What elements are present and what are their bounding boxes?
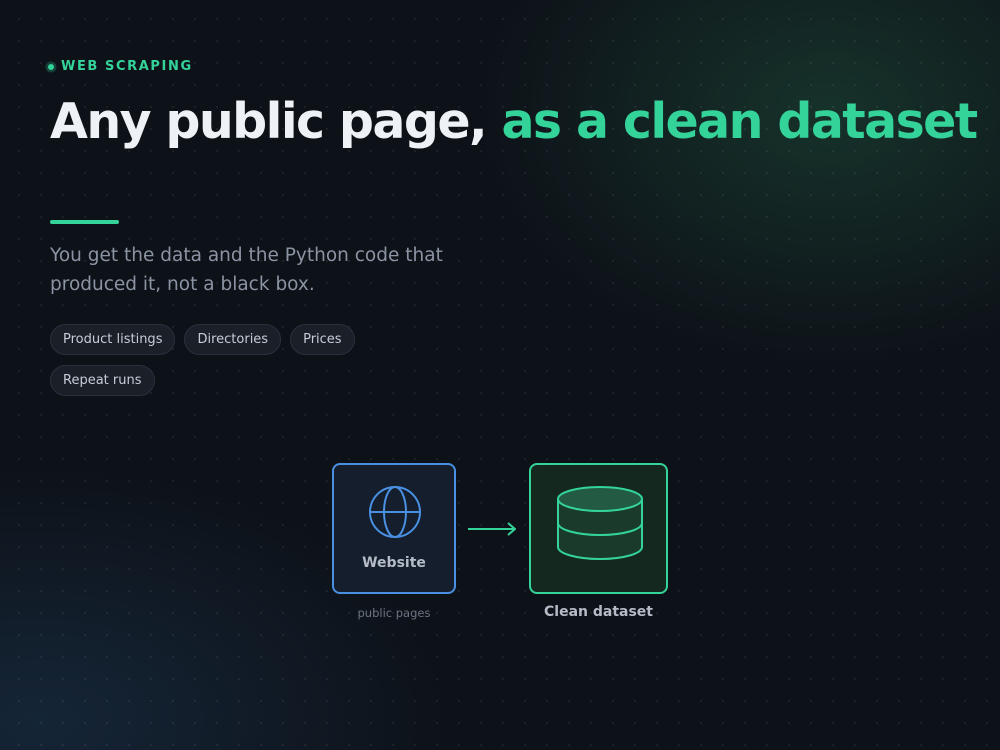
dataset-node: [529, 463, 668, 594]
website-caption: public pages: [357, 606, 431, 620]
tag-list: Product listings Directories Prices Repe…: [50, 324, 380, 396]
database-icon: [557, 486, 643, 560]
title-underline: [50, 220, 119, 224]
arrow-right-icon: [468, 522, 516, 536]
page-subtitle: You get the data and the Python code tha…: [50, 245, 443, 295]
page-title: Any public page, as a clean dataset: [50, 93, 978, 150]
eyebrow: WEB SCRAPING: [48, 59, 193, 74]
tag-repeat-runs: Repeat runs: [50, 365, 155, 396]
tag-product-listings: Product listings: [50, 324, 176, 355]
globe-icon: [369, 486, 421, 538]
status-dot-icon: [48, 63, 54, 70]
website-node: Website: [332, 463, 456, 594]
headline-text: Any public page,: [50, 93, 502, 150]
tag-prices: Prices: [290, 324, 355, 355]
eyebrow-label: WEB SCRAPING: [61, 59, 193, 74]
dataset-label: Clean dataset: [544, 604, 653, 620]
website-node-label: Website: [362, 555, 426, 571]
headline-accent: as a clean dataset: [501, 93, 978, 150]
tag-directories: Directories: [184, 324, 282, 355]
